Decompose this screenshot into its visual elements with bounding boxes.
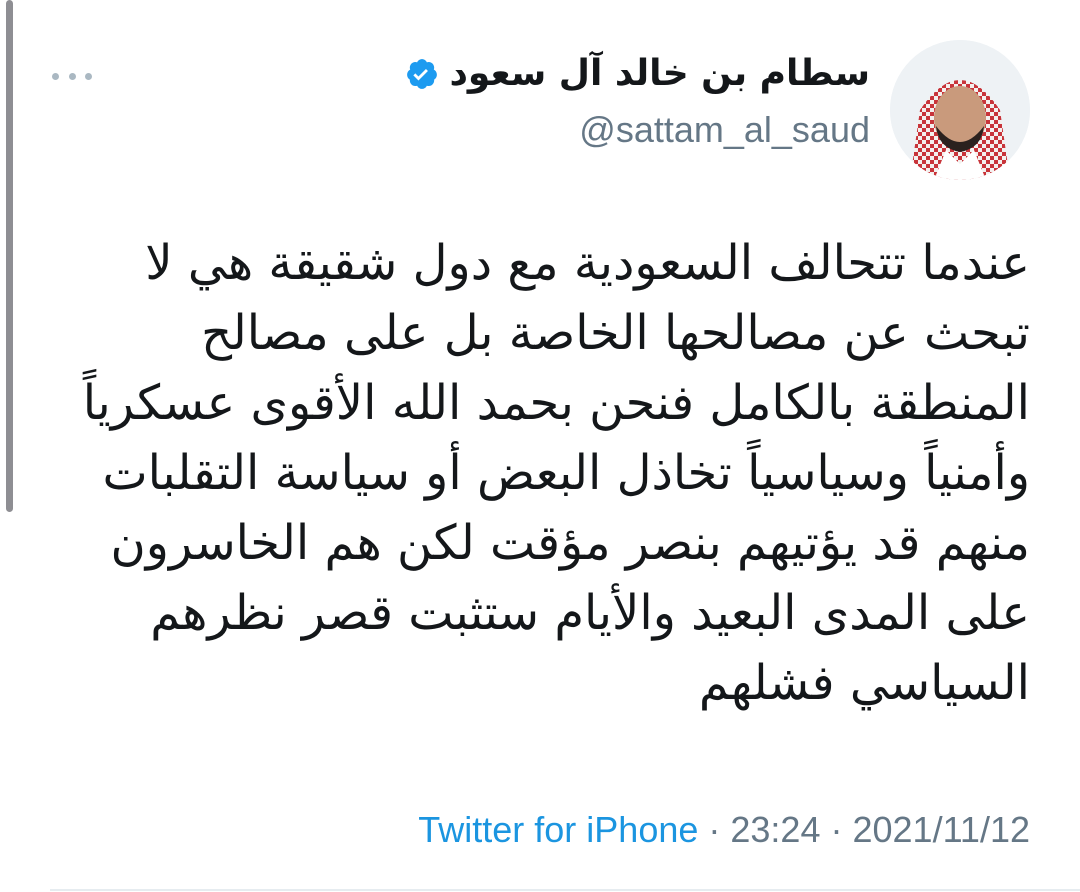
divider	[50, 889, 1080, 891]
tweet-text-line: السياسي فشلهم	[698, 655, 1030, 711]
tweet-source-link[interactable]: Twitter for iPhone	[418, 809, 698, 850]
tweet-text-line: تبحث عن مصالحها الخاصة بل على مصالح	[201, 305, 1030, 361]
avatar[interactable]	[890, 40, 1030, 180]
author-name-row: سطام بن خالد آل سعود	[405, 50, 870, 98]
tweet-text: عندما تتحالف السعودية مع دول شقيقة هي لا…	[40, 228, 1030, 718]
tweet-text-line: منهم قد يؤتيهم بنصر مؤقت لكن هم الخاسرون	[110, 515, 1030, 571]
tweet-text-line: على المدى البعيد والأيام ستثبت قصر نظرهم	[150, 585, 1030, 641]
tweet-meta: Twitter for iPhone · 23:24 · 2021/11/12	[418, 806, 1030, 854]
more-horizontal-icon	[85, 72, 92, 80]
author-header: سطام بن خالد آل سعود @sattam_al_saud	[405, 50, 870, 154]
tweet-text-line: وأمنياً وسياسياً تخاذل البعض أو سياسة ال…	[102, 445, 1030, 501]
more-horizontal-icon	[68, 72, 76, 80]
meta-separator: ·	[698, 809, 731, 850]
author-handle[interactable]: @sattam_al_saud	[405, 106, 870, 154]
author-display-name[interactable]: سطام بن خالد آل سعود	[449, 50, 870, 98]
more-options-button[interactable]	[52, 64, 92, 88]
tweet-text-line: المنطقة بالكامل فنحن بحمد الله الأقوى عس…	[82, 375, 1030, 431]
tweet-detail-view: سطام بن خالد آل سعود @sattam_al_saud عند…	[0, 0, 1080, 892]
tweet-text-line: عندما تتحالف السعودية مع دول شقيقة هي لا	[145, 235, 1030, 291]
verified-badge-icon	[405, 57, 439, 91]
meta-separator: ·	[820, 809, 853, 850]
scroll-indicator[interactable]	[6, 0, 13, 512]
more-horizontal-icon	[52, 72, 59, 80]
tweet-time: 23:24	[730, 809, 821, 850]
tweet-date: 2021/11/12	[852, 809, 1030, 850]
avatar-image	[890, 40, 1030, 180]
